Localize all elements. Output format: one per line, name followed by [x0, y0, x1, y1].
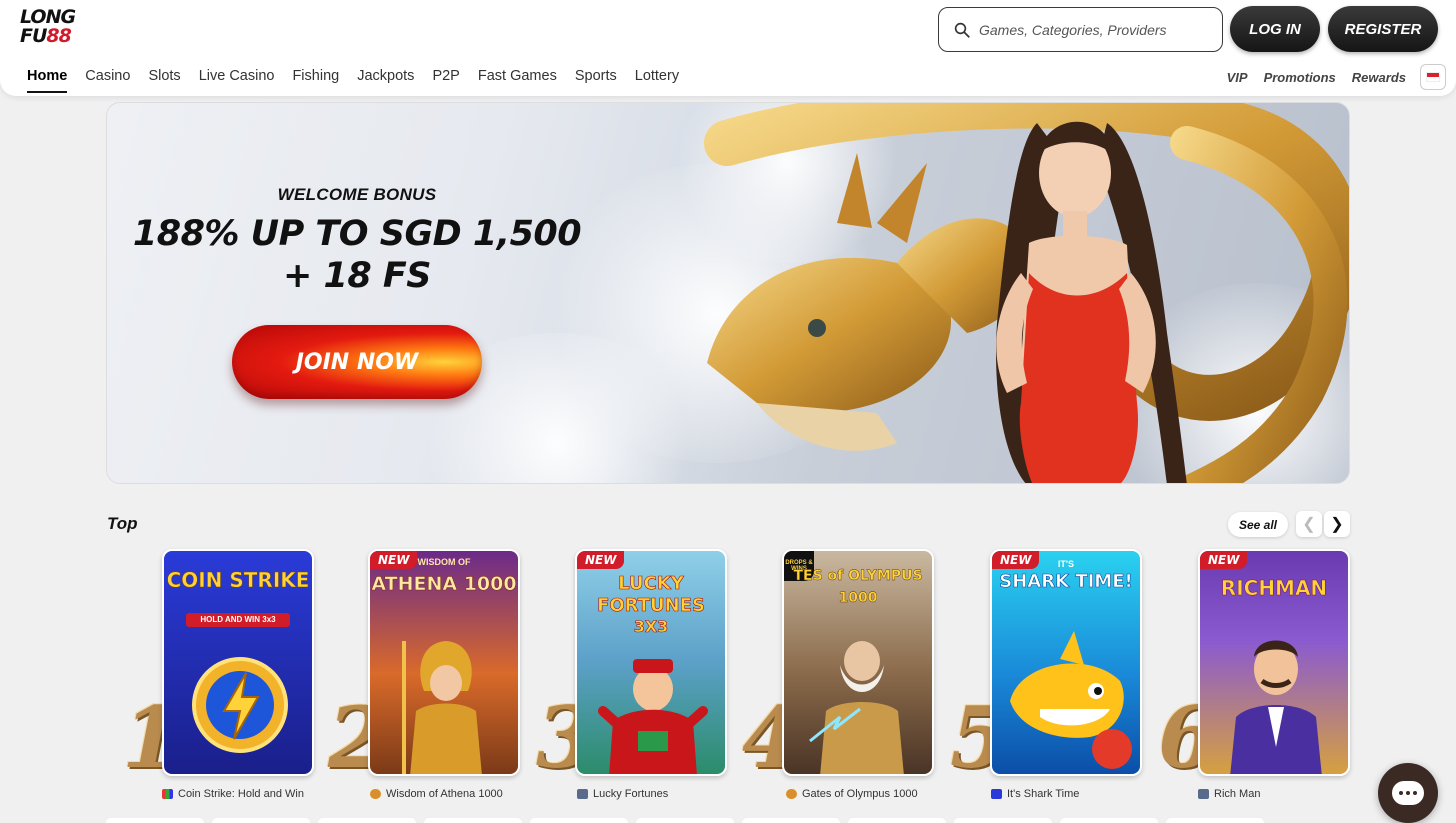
see-all-button[interactable]: See all — [1228, 512, 1288, 537]
shark-icon — [1010, 631, 1132, 769]
banner-subtitle: WELCOME BONUS — [277, 185, 437, 204]
game-name: Lucky Fortunes — [593, 788, 669, 800]
register-button[interactable]: REGISTER — [1328, 6, 1438, 52]
nav-item-fast-games[interactable]: Fast Games — [469, 58, 566, 94]
secondary-nav: VIP Promotions Rewards — [1219, 62, 1446, 92]
join-now-button[interactable]: JOIN NOW — [232, 325, 482, 399]
language-selector[interactable] — [1420, 64, 1446, 90]
provider-icon — [162, 789, 173, 799]
provider-icon — [786, 789, 797, 799]
provider-icon — [1198, 789, 1209, 799]
game-card-title: COIN STRIKE — [166, 568, 310, 592]
rich-man-figure-icon — [1230, 640, 1322, 774]
next-row-chip — [1060, 818, 1158, 823]
nav-item-live-casino[interactable]: Live Casino — [190, 58, 284, 94]
next-row-chip — [318, 818, 416, 823]
nav-item-jackpots[interactable]: Jackpots — [348, 58, 423, 94]
brand-logo[interactable]: LONG FU88 — [20, 8, 84, 52]
provider-icon — [370, 789, 381, 799]
next-row-chip — [742, 818, 840, 823]
chevron-right-icon[interactable]: ❯ — [1324, 511, 1350, 537]
game-card-rich-man[interactable]: NEW RICHMAN — [1198, 549, 1350, 776]
next-row-chip — [106, 818, 204, 823]
next-row-chip — [636, 818, 734, 823]
banner-headline-1: 188% UP TO SGD 1,500 — [132, 214, 582, 254]
game-caption[interactable]: Wisdom of Athena 1000 — [370, 788, 503, 800]
game-card-lucky-fortunes[interactable]: NEW LUCKY FORTUNES 3X3 — [575, 549, 727, 776]
site-header: LONG FU88 LOG IN REGISTER Home Casino Sl… — [0, 0, 1456, 96]
welcome-banner[interactable]: WELCOME BONUS 188% UP TO SGD 1,500 + 18 … — [106, 102, 1350, 484]
search-input[interactable] — [979, 21, 1209, 38]
logo-line-2: FU88 — [20, 27, 84, 46]
game-name: Coin Strike: Hold and Win — [178, 788, 304, 800]
game-card-subtitle: IT'S — [1057, 559, 1075, 569]
chevron-left-icon[interactable]: ❮ — [1296, 511, 1322, 537]
next-row-chip — [530, 818, 628, 823]
game-card-title: SHARK TIME! — [999, 571, 1133, 593]
next-row-chip — [848, 818, 946, 823]
singapore-flag-icon — [1426, 72, 1440, 82]
game-card-title: ATHENA 1000 — [371, 573, 517, 596]
main-nav: Home Casino Slots Live Casino Fishing Ja… — [18, 58, 688, 94]
game-name: It's Shark Time — [1007, 788, 1080, 800]
next-row-chip — [212, 818, 310, 823]
banner-copy: WELCOME BONUS 188% UP TO SGD 1,500 + 18 … — [107, 185, 607, 297]
model-illustration — [996, 121, 1187, 483]
logo-fu: FU — [20, 25, 47, 47]
next-row-chip — [424, 818, 522, 823]
provider-icon — [991, 789, 1002, 799]
game-caption[interactable]: Gates of Olympus 1000 — [786, 788, 918, 800]
nav-item-slots[interactable]: Slots — [139, 58, 189, 94]
game-name: Rich Man — [1214, 788, 1261, 800]
game-caption[interactable]: Rich Man — [1198, 788, 1260, 800]
game-caption[interactable]: It's Shark Time — [991, 788, 1079, 800]
search-icon — [954, 22, 970, 38]
next-row-chip — [954, 818, 1052, 823]
fortune-god-icon — [598, 659, 708, 774]
game-card-title: RICHMAN — [1220, 576, 1328, 600]
game-card-title: LUCKY FORTUNES — [597, 573, 705, 617]
login-button[interactable]: LOG IN — [1230, 6, 1320, 52]
zeus-figure-icon — [809, 641, 904, 774]
provider-icon — [577, 789, 588, 799]
nav-item-home[interactable]: Home — [18, 58, 76, 94]
game-card-subtitle: HOLD AND WIN 3x3 — [186, 613, 290, 627]
lightning-coin-icon — [192, 657, 288, 753]
logo-88: 88 — [46, 25, 71, 47]
new-badge: NEW — [1200, 551, 1248, 569]
nav-vip[interactable]: VIP — [1219, 70, 1256, 85]
new-badge: NEW — [577, 551, 625, 569]
banner-headline-2: + 18 FS — [282, 256, 432, 296]
game-caption[interactable]: Coin Strike: Hold and Win — [162, 788, 304, 800]
nav-rewards[interactable]: Rewards — [1344, 70, 1414, 85]
game-card-gates-of-olympus[interactable]: DROPS & WINS TES of OLYMPUS 1000 — [782, 549, 934, 776]
section-title-top: Top — [107, 514, 138, 533]
game-card-subtitle: 3X3 — [633, 617, 669, 637]
search-box[interactable] — [938, 7, 1223, 52]
game-card-coin-strike[interactable]: COIN STRIKE HOLD AND WIN 3x3 — [162, 549, 314, 776]
nav-promotions[interactable]: Promotions — [1256, 70, 1344, 85]
nav-item-lottery[interactable]: Lottery — [626, 58, 688, 94]
nav-item-fishing[interactable]: Fishing — [283, 58, 348, 94]
game-card-title: TES of OLYMPUS 1000 — [793, 568, 923, 606]
chat-bubble-icon — [1392, 781, 1424, 805]
game-name: Wisdom of Athena 1000 — [386, 788, 503, 800]
nav-item-p2p[interactable]: P2P — [423, 58, 468, 94]
athena-figure-icon — [402, 641, 482, 774]
game-card-its-shark-time[interactable]: NEW IT'S SHARK TIME! — [990, 549, 1142, 776]
nav-item-casino[interactable]: Casino — [76, 58, 139, 94]
game-card-subtitle: WISDOM OF — [417, 557, 471, 567]
live-chat-button[interactable] — [1378, 763, 1438, 823]
nav-item-sports[interactable]: Sports — [566, 58, 626, 94]
next-row-chip — [1166, 818, 1264, 823]
game-caption[interactable]: Lucky Fortunes — [577, 788, 668, 800]
game-name: Gates of Olympus 1000 — [802, 788, 918, 800]
game-card-wisdom-of-athena[interactable]: NEW WISDOM OF ATHENA 1000 — [368, 549, 520, 776]
